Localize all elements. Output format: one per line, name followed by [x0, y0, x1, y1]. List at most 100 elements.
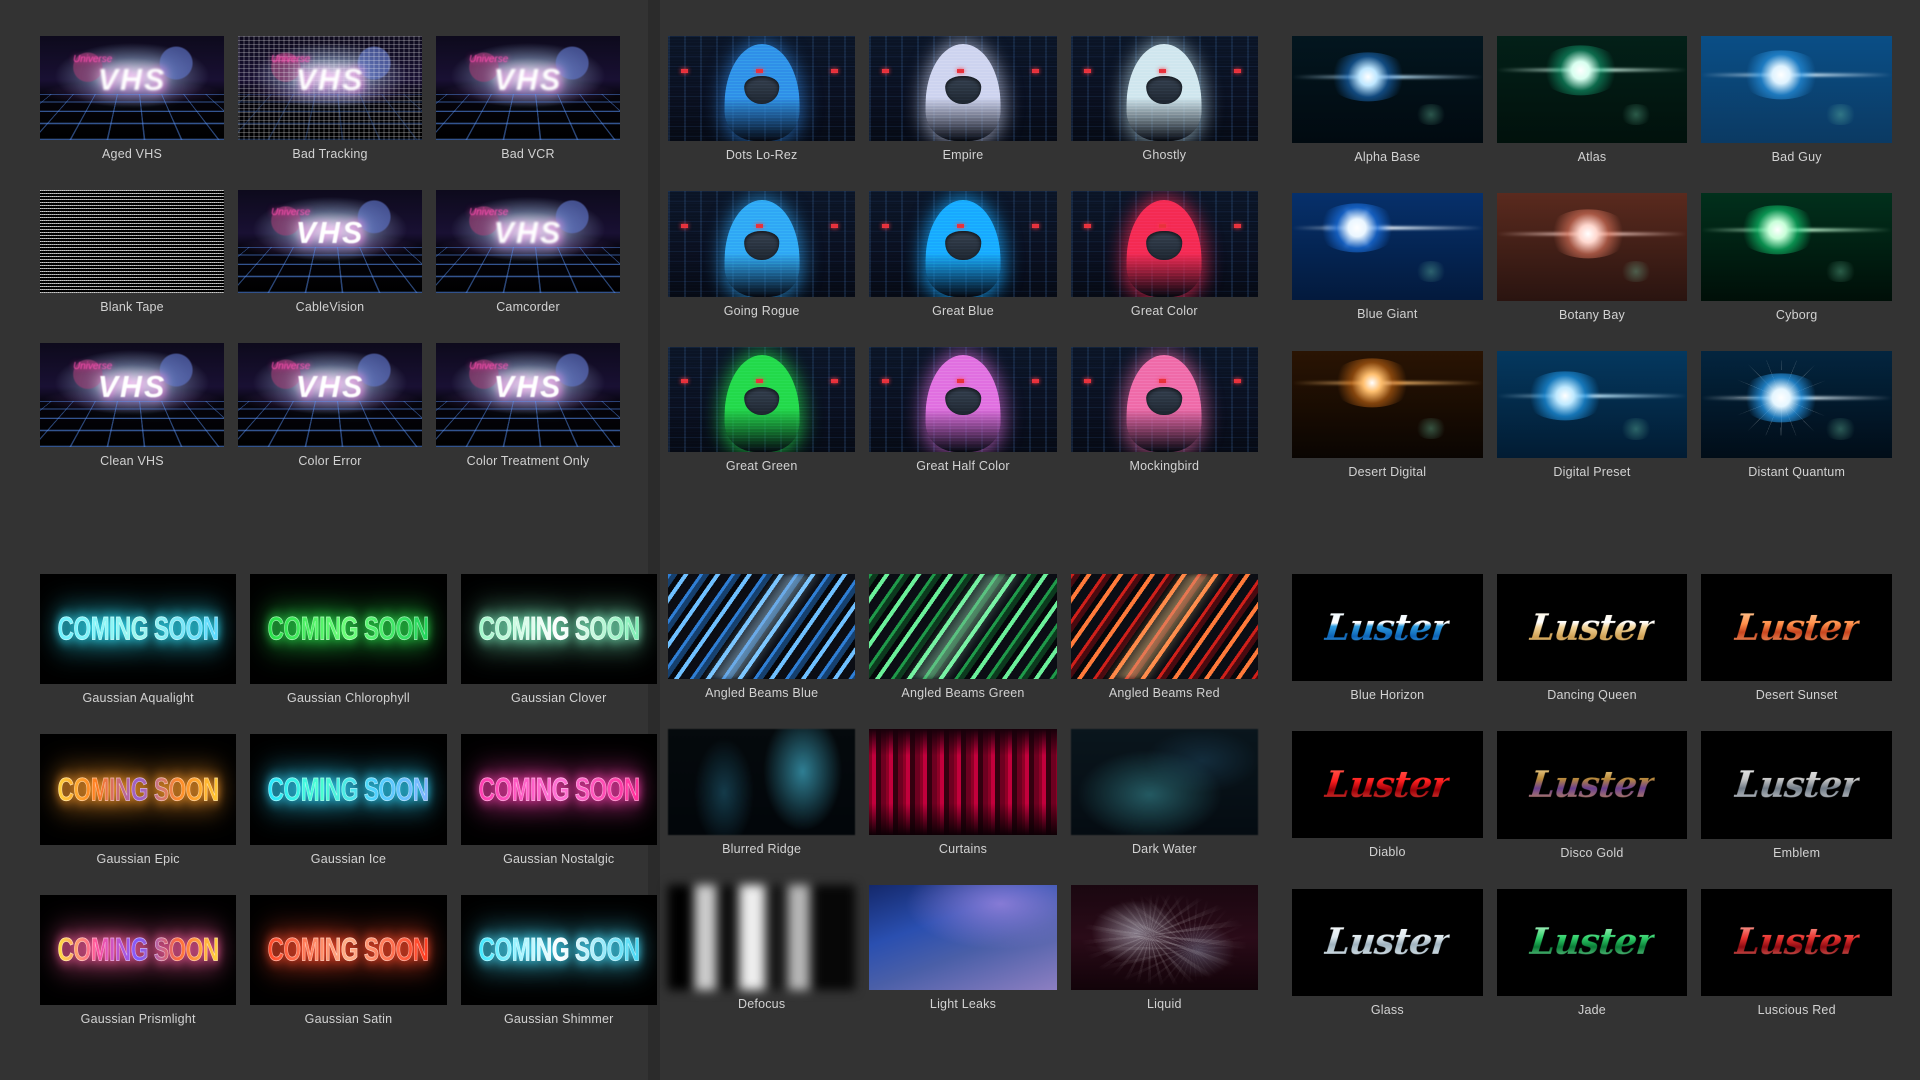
preset-item[interactable]: Botany Bay — [1496, 193, 1688, 322]
preset-item[interactable]: Atlas — [1496, 36, 1688, 165]
preset-item[interactable]: Digital Preset — [1496, 350, 1688, 480]
preset-label: Great Green — [725, 459, 798, 474]
preset-item[interactable]: Luster Luscious Red — [1701, 888, 1892, 1018]
preset-thumbnail-art: COMING SOON — [40, 894, 237, 1006]
preset-thumbnail-art: UniverseVHS — [40, 189, 224, 293]
preset-item[interactable]: Liquid — [1070, 884, 1258, 1012]
preset-item[interactable]: Mockingbird — [1070, 346, 1258, 474]
preset-item[interactable]: Universe VHS Camcorder — [436, 189, 620, 316]
preset-item[interactable]: Defocus — [668, 884, 856, 1012]
preset-item[interactable]: Universe VHS Color Error — [238, 343, 422, 469]
preset-label: Luscious Red — [1757, 1002, 1836, 1017]
preset-item[interactable]: Great Green — [668, 346, 856, 474]
scifi-scanline-overlay — [869, 36, 1057, 142]
preset-item[interactable]: COMING SOON Gaussian Nostalgic — [460, 734, 657, 866]
preset-item[interactable]: Luster Desert Sunset — [1701, 574, 1892, 703]
luster-sample-text: Luster — [1527, 763, 1657, 806]
preset-thumbnail-art: COMING SOON — [460, 894, 657, 1006]
preset-thumbnail-art: UniverseVHS — [436, 189, 620, 293]
preset-item[interactable]: Luster Disco Gold — [1496, 731, 1688, 860]
flare-core — [1314, 202, 1399, 253]
preset-item[interactable]: Universe VHS Aged VHS — [40, 36, 224, 162]
flare-ghost-orb — [1823, 418, 1858, 440]
preset-item[interactable]: Luster Dancing Queen — [1496, 574, 1688, 703]
preset-item[interactable]: Blurred Ridge — [668, 729, 856, 856]
preset-label: Blue Horizon — [1350, 688, 1425, 703]
preset-item[interactable]: Angled Beams Blue — [668, 574, 856, 701]
preset-item[interactable]: Luster Blue Horizon — [1292, 574, 1483, 703]
preset-item[interactable]: Ghostly — [1070, 36, 1258, 163]
preset-thumbnail-art — [1070, 191, 1258, 297]
preset-grid: COMING SOON Gaussian Aqualight COMING SOON… — [40, 574, 657, 1027]
preset-item[interactable]: Luster Diablo — [1292, 731, 1483, 860]
preset-item[interactable]: Curtains — [869, 729, 1057, 856]
preset-label: Gaussian Clover — [511, 691, 607, 706]
neon-sample-text: COMING SOON — [57, 610, 219, 647]
flare-core — [1330, 358, 1414, 408]
vhs-title-art: VHS — [295, 369, 365, 404]
curtain-vignette — [869, 729, 1057, 835]
preset-item[interactable]: COMING SOON Gaussian Ice — [250, 734, 447, 866]
luster-sample-text: Luster — [1732, 763, 1862, 806]
preset-item[interactable]: Dots Lo-Rez — [668, 36, 856, 163]
preset-item[interactable]: COMING SOON Gaussian Aqualight — [40, 574, 237, 706]
preset-item[interactable]: Blue Giant — [1292, 193, 1483, 322]
flare-ghost-orb — [1414, 418, 1449, 440]
preset-item[interactable]: Universe VHS Bad Tracking — [238, 36, 422, 162]
preset-item[interactable]: Empire — [869, 36, 1057, 163]
preset-label: Disco Gold — [1560, 845, 1624, 860]
preset-thumbnail-art — [1701, 36, 1892, 144]
preset-item[interactable]: Great Blue — [869, 191, 1057, 318]
preset-thumbnail-art — [668, 729, 856, 835]
preset-item[interactable]: COMING SOON Gaussian Satin — [250, 894, 447, 1027]
preset-label: Color Treatment Only — [466, 453, 590, 468]
preset-item[interactable]: Luster Glass — [1292, 888, 1483, 1018]
scifi-scanline-overlay — [1070, 191, 1258, 297]
vhs-title-art: VHS — [493, 62, 563, 97]
preset-item[interactable]: COMING SOON Gaussian Epic — [40, 734, 237, 866]
preset-item[interactable]: COMING SOON Gaussian Shimmer — [460, 894, 657, 1027]
preset-item[interactable]: Great Color — [1070, 191, 1258, 318]
preset-item[interactable]: Luster Emblem — [1701, 731, 1892, 860]
preset-grid: Universe VHS Aged VHS Universe VHS Bad Tracki… — [40, 36, 620, 469]
preset-label: Ghostly — [1142, 148, 1187, 163]
preset-item[interactable]: Desert Digital — [1292, 350, 1483, 480]
flare-core — [1739, 373, 1824, 423]
vhs-noise-overlay — [40, 189, 224, 293]
preset-item[interactable]: UniverseVHS Blank Tape — [40, 189, 224, 316]
preset-label: Great Blue — [932, 303, 994, 318]
preset-item[interactable]: COMING SOON Gaussian Prismlight — [40, 894, 237, 1027]
preset-label: CableVision — [295, 300, 365, 314]
vhs-title-art: VHS — [493, 216, 563, 251]
beam-highlight — [869, 574, 1057, 680]
flare-ghost-orb — [1414, 103, 1449, 125]
preset-item[interactable]: Bad Guy — [1701, 36, 1892, 165]
neon-sample-text: COMING SOON — [478, 770, 640, 808]
preset-item[interactable]: Light Leaks — [869, 884, 1057, 1012]
preset-item[interactable]: Alpha Base — [1292, 36, 1483, 165]
preset-item[interactable]: Going Rogue — [668, 191, 856, 318]
preset-thumbnail-art: COMING SOON — [250, 734, 447, 845]
preset-label: Gaussian Nostalgic — [503, 851, 615, 866]
preset-item[interactable]: Great Half Color — [869, 346, 1057, 474]
preset-item[interactable]: COMING SOON Gaussian Chlorophyll — [250, 574, 447, 706]
preset-thumbnail-art — [1292, 350, 1483, 458]
preset-label: Atlas — [1577, 150, 1607, 165]
vhs-title-art: VHS — [295, 216, 365, 251]
preset-item[interactable]: Cyborg — [1701, 193, 1892, 322]
preset-item[interactable]: Universe VHS CableVision — [238, 189, 422, 316]
preset-item[interactable]: Angled Beams Green — [869, 574, 1057, 701]
preset-item[interactable]: Angled Beams Red — [1070, 574, 1258, 701]
preset-item[interactable]: Universe VHS Clean VHS — [40, 343, 224, 469]
preset-item[interactable]: Dark Water — [1070, 729, 1258, 856]
preset-item[interactable]: Luster Jade — [1496, 888, 1688, 1018]
preset-thumbnail-art: Luster — [1292, 731, 1483, 839]
liquid-ink-tendrils — [1070, 884, 1258, 991]
vhs-title-art: VHS — [493, 369, 563, 404]
preset-item[interactable]: Distant Quantum — [1701, 350, 1892, 480]
preset-label: Camcorder — [496, 300, 560, 314]
preset-item[interactable]: COMING SOON Gaussian Clover — [460, 574, 657, 706]
preset-thumbnail-art — [1070, 729, 1258, 835]
preset-item[interactable]: Universe VHS Bad VCR — [436, 36, 620, 162]
preset-item[interactable]: Universe VHS Color Treatment Only — [436, 343, 620, 469]
